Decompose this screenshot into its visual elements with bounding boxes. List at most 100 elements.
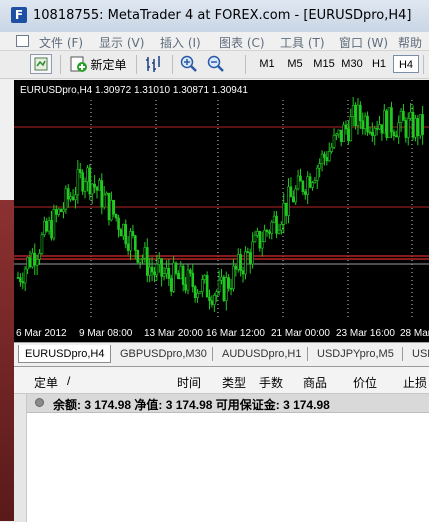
tab-gbpusd[interactable]: GBPUSDpro,M30: [114, 345, 213, 363]
menu-view[interactable]: 显示 (V): [99, 34, 144, 51]
chart-type-button[interactable]: [143, 54, 163, 74]
candle-body: [232, 265, 235, 290]
candle-body: [83, 181, 87, 192]
candle-body: [193, 286, 197, 298]
profiles-button[interactable]: [30, 54, 52, 74]
menu-insert[interactable]: 插入 (I): [160, 34, 201, 51]
balance-row[interactable]: 余额: 3 174.98 净值: 3 174.98 可用保证金: 3 174.9…: [27, 394, 429, 413]
new-order-icon: [70, 56, 88, 72]
candle-body: [224, 277, 228, 301]
candle-body: [397, 122, 400, 138]
candle-body: [184, 284, 187, 291]
candle-body: [318, 163, 321, 169]
candle-body: [229, 288, 233, 290]
document-icon[interactable]: [16, 35, 29, 47]
menu-file[interactable]: 文件 (F): [39, 34, 83, 51]
candle-body: [239, 254, 242, 271]
candle-body: [198, 291, 202, 294]
col-time[interactable]: 时间: [177, 374, 201, 391]
menu-window[interactable]: 窗口 (W): [339, 34, 388, 51]
candle-body: [303, 191, 307, 195]
x-axis-tick-label: 6 Mar 2012: [16, 328, 67, 339]
candle-body: [179, 265, 183, 280]
candle-body: [55, 209, 58, 215]
zoom-out-button[interactable]: [205, 54, 227, 74]
col-order[interactable]: 定单: [34, 374, 58, 391]
price-chart[interactable]: EURUSDpro,H4 1.30972 1.31010 1.30871 1.3…: [14, 80, 429, 342]
col-symbol[interactable]: 商品: [303, 374, 327, 391]
zoom-out-icon: [207, 55, 224, 72]
candle-body: [160, 258, 163, 277]
candle-body: [174, 262, 178, 274]
candle-body: [16, 277, 20, 279]
candle-body: [347, 128, 350, 142]
candle-body: [86, 167, 89, 182]
candle-body: [181, 265, 185, 285]
new-order-button[interactable]: 新定单: [68, 54, 128, 74]
candle-body: [122, 224, 125, 237]
x-axis-tick-label: 23 Mar 16:00: [336, 328, 395, 339]
terminal-panel: 定单 / 时间 类型 手数 商品 价位 止损 余额: 3 174.98 净值: …: [14, 366, 429, 522]
tab-audusd[interactable]: AUDUSDpro,H1: [216, 345, 307, 363]
candle-body: [277, 229, 281, 234]
col-price[interactable]: 价位: [353, 374, 377, 391]
candle-body: [155, 263, 159, 276]
timeframe-m5-button[interactable]: M5: [283, 55, 307, 73]
candle-body: [177, 273, 180, 280]
candle-body: [380, 124, 384, 134]
x-axis-tick-label: 28 Mar: [400, 328, 429, 339]
tab-usd[interactable]: USD: [406, 345, 429, 363]
tab-usdjpy[interactable]: USDJPYpro,M5: [311, 345, 400, 363]
candle-body: [418, 114, 422, 137]
candle-body: [227, 277, 230, 289]
candle-body: [313, 180, 317, 183]
candle-body: [284, 202, 288, 216]
candle-body: [69, 196, 72, 200]
candle-body: [306, 176, 309, 195]
candle-body: [38, 253, 41, 260]
candle-body: [213, 295, 216, 305]
menu-help[interactable]: 帮助: [398, 34, 422, 51]
timeframe-m1-button[interactable]: M1: [255, 55, 279, 73]
candle-body: [98, 180, 101, 191]
candle-body: [265, 229, 269, 233]
candle-body: [76, 169, 80, 196]
candle-body: [406, 118, 410, 138]
candle-body: [339, 129, 343, 142]
zoom-in-button[interactable]: [178, 54, 200, 74]
tab-separator: [402, 347, 403, 361]
timeframe-m30-button[interactable]: M30: [339, 55, 365, 73]
timeframe-h1-button[interactable]: H1: [368, 55, 390, 73]
candle-body: [167, 267, 171, 279]
candle-body: [387, 107, 391, 138]
col-type[interactable]: 类型: [222, 374, 246, 391]
menu-tools[interactable]: 工具 (T): [280, 34, 325, 51]
candle-body: [222, 276, 226, 301]
candle-body: [354, 105, 357, 126]
timeframe-h4-button[interactable]: H4: [393, 55, 419, 73]
chart-canvas: EURUSDpro,H4 1.30972 1.31010 1.30871 1.3…: [14, 85, 429, 339]
tab-eurusd[interactable]: EURUSDpro,H4: [18, 345, 112, 363]
menu-chart[interactable]: 图表 (C): [219, 34, 265, 51]
bar-chart-icon: [146, 56, 160, 72]
timeframe-m15-button[interactable]: M15: [311, 55, 337, 73]
candle-body: [21, 281, 25, 284]
chart-tabs: EURUSDpro,H4 GBPUSDpro,M30 AUDUSDpro,H1 …: [14, 342, 429, 365]
candle-body: [210, 300, 214, 305]
candle-body: [236, 254, 240, 270]
candle-body: [148, 266, 151, 276]
col-lots[interactable]: 手数: [259, 374, 283, 391]
candle-body: [124, 224, 128, 245]
x-axis-tick-label: 9 Mar 08:00: [79, 328, 133, 339]
candle-body: [131, 231, 135, 236]
zoom-in-icon: [180, 55, 197, 72]
candle-body: [251, 241, 254, 265]
candle-body: [114, 213, 118, 219]
toolbar-separator: [60, 55, 61, 74]
candle-body: [134, 235, 137, 251]
candle-body: [59, 208, 63, 212]
candle-body: [258, 231, 262, 249]
candle-body: [215, 291, 219, 296]
candle-body: [421, 114, 424, 135]
col-stoploss[interactable]: 止损: [403, 374, 427, 391]
